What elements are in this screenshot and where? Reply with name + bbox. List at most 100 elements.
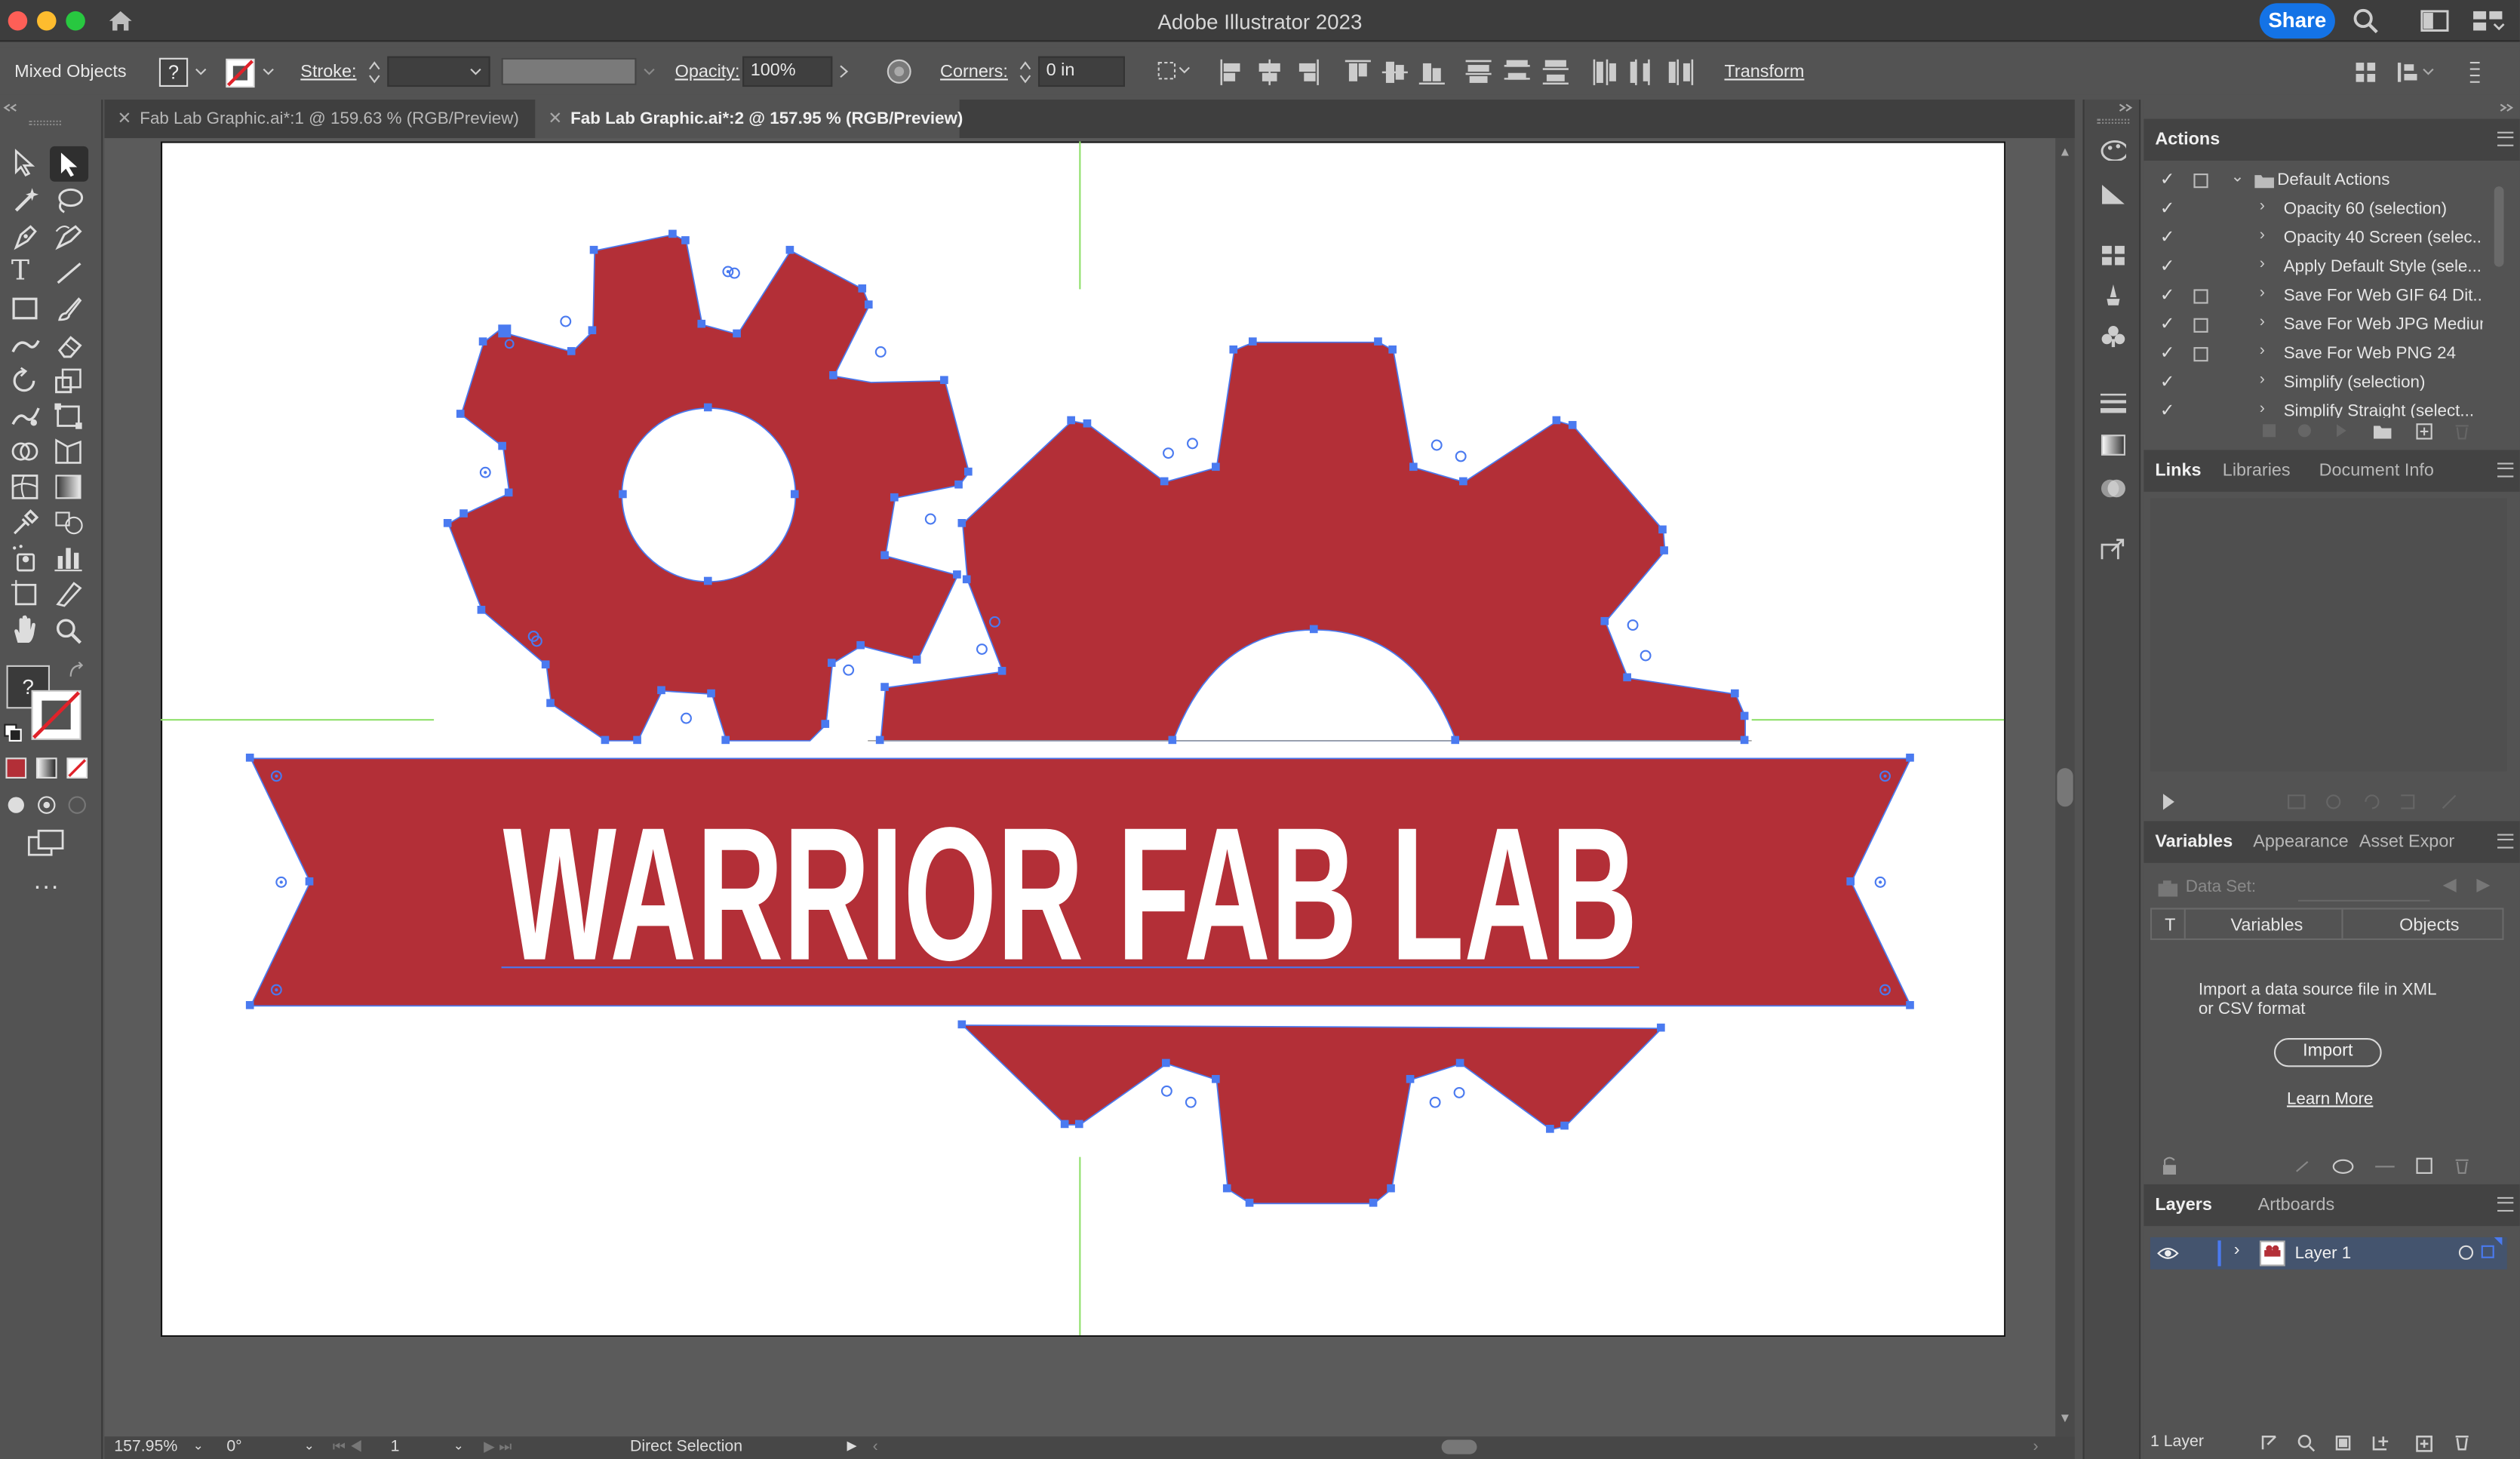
- artboard-tool-icon[interactable]: [10, 579, 42, 607]
- variables-footer-icons[interactable]: [2160, 1155, 2504, 1178]
- align-distribute-icons[interactable]: [1213, 57, 1711, 89]
- profile-dropdown-icon[interactable]: [643, 67, 656, 77]
- data-set-select[interactable]: [2297, 873, 2430, 902]
- actions-footer-icons[interactable]: [2257, 419, 2482, 442]
- layers-panel-menu-icon[interactable]: [2497, 1196, 2514, 1212]
- stroke-panel-icon[interactable]: [2100, 392, 2126, 415]
- action-row[interactable]: ✓ › Save For Web GIF 64 Dit...: [2150, 283, 2491, 312]
- canvas-vertical-scrollbar[interactable]: ▲ ▼: [2055, 138, 2075, 1437]
- type-tool-icon[interactable]: T: [11, 256, 29, 288]
- tab-layers[interactable]: Layers: [2155, 1196, 2212, 1215]
- scale-tool-icon[interactable]: [53, 367, 85, 395]
- expand-chevron-icon[interactable]: ›: [2260, 256, 2265, 273]
- shape-builder-tool-icon[interactable]: [10, 437, 42, 465]
- zoom-dropdown-icon[interactable]: ⌄: [193, 1438, 204, 1452]
- tab-artboards[interactable]: Artboards: [2258, 1196, 2335, 1215]
- dialog-toggle-icon[interactable]: [2193, 289, 2208, 304]
- opacity-field[interactable]: 100%: [742, 56, 833, 88]
- column-graph-tool-icon[interactable]: [53, 543, 85, 572]
- close-tab-icon[interactable]: ✕: [548, 109, 562, 129]
- swatches-panel-icon[interactable]: [2101, 244, 2126, 267]
- edit-toolbar-button[interactable]: ...: [34, 868, 60, 896]
- blend-tool-icon[interactable]: [53, 508, 85, 536]
- opacity-label[interactable]: Opacity:: [675, 63, 740, 82]
- symbols-panel-icon[interactable]: [2101, 324, 2126, 348]
- variable-type-column[interactable]: T: [2165, 916, 2175, 935]
- dialog-toggle-icon[interactable]: [2193, 347, 2208, 362]
- asset-export-panel-icon[interactable]: [2101, 536, 2126, 560]
- data-set-next-icon[interactable]: ▶: [2476, 874, 2490, 895]
- toggle-check-icon[interactable]: ✓: [2160, 313, 2175, 334]
- rotate-tool-icon[interactable]: [10, 367, 42, 395]
- column-grip[interactable]: [2097, 118, 2130, 124]
- actions-panel-menu-icon[interactable]: [2497, 131, 2514, 146]
- zoom-level-field[interactable]: 157.95%: [114, 1438, 177, 1455]
- links-footer-icons[interactable]: [2160, 791, 2482, 813]
- action-set-row[interactable]: ✓ ⌄ Default Actions: [2150, 167, 2491, 196]
- stroke-weight-dropdown-icon[interactable]: [469, 67, 482, 77]
- toggle-check-icon[interactable]: ✓: [2160, 226, 2175, 247]
- fill-mode-icons[interactable]: [5, 757, 91, 779]
- swap-fill-stroke-icon[interactable]: [67, 662, 87, 682]
- stroke-label[interactable]: Stroke:: [300, 63, 356, 82]
- warp-tool-icon[interactable]: [10, 402, 42, 431]
- search-icon[interactable]: [2353, 8, 2378, 34]
- artboard-nav-first-prev-icons[interactable]: ⏮ ◀: [333, 1438, 363, 1455]
- layer-name[interactable]: Layer 1: [2295, 1244, 2352, 1264]
- document-tab-1[interactable]: ✕ Fab Lab Graphic.ai*:1 @ 159.63 % (RGB/…: [104, 100, 538, 138]
- action-row[interactable]: ✓ › Opacity 40 Screen (selec...: [2150, 225, 2491, 253]
- toggle-check-icon[interactable]: ✓: [2160, 198, 2175, 219]
- fill-swatch[interactable]: ?: [158, 57, 189, 88]
- expand-chevron-icon[interactable]: ›: [2260, 226, 2265, 244]
- close-tab-icon[interactable]: ✕: [117, 109, 131, 129]
- horizontal-scroll-thumb[interactable]: [1441, 1439, 1477, 1454]
- canvas-area[interactable]: WARRIOR FAB LAB: [104, 138, 2056, 1437]
- action-row[interactable]: ✓ › Simplify Straight (select...: [2150, 398, 2491, 418]
- toggle-check-icon[interactable]: ✓: [2160, 400, 2175, 418]
- import-button[interactable]: Import: [2273, 1037, 2382, 1067]
- share-button[interactable]: Share: [2259, 3, 2335, 39]
- scroll-up-arrow[interactable]: ▲: [2059, 145, 2072, 159]
- gradient-tool-icon[interactable]: [53, 472, 85, 501]
- tab-libraries[interactable]: Libraries: [2223, 461, 2291, 481]
- slice-tool-icon[interactable]: [53, 579, 85, 607]
- transform-link[interactable]: Transform: [1724, 63, 1804, 82]
- dialog-toggle-icon[interactable]: [2193, 174, 2208, 189]
- large-gear-bottom-shape[interactable]: [960, 1024, 1664, 1205]
- rotation-dropdown-icon[interactable]: ⌄: [304, 1438, 315, 1452]
- align-to-selection-icon[interactable]: [1157, 60, 1193, 82]
- artboard-dropdown-icon[interactable]: ⌄: [453, 1438, 464, 1452]
- color-guide-panel-icon[interactable]: [2101, 183, 2126, 206]
- layer-expand-chevron-icon[interactable]: ›: [2234, 1240, 2240, 1260]
- links-list[interactable]: [2150, 498, 2507, 772]
- corners-label[interactable]: Corners:: [940, 63, 1008, 82]
- action-row[interactable]: ✓ › Apply Default Style (sele...: [2150, 254, 2491, 283]
- fill-dropdown-icon[interactable]: [195, 67, 207, 77]
- magic-wand-tool-icon[interactable]: [11, 186, 40, 215]
- horizontal-scroll-right[interactable]: ›: [2033, 1438, 2038, 1455]
- lasso-tool-icon[interactable]: [53, 186, 85, 215]
- stroke-swatch-large[interactable]: [30, 690, 81, 741]
- status-menu-arrow[interactable]: ▶: [847, 1438, 857, 1452]
- horizontal-scroll-left[interactable]: ‹: [873, 1438, 878, 1455]
- selection-tool-icon[interactable]: [11, 148, 37, 177]
- toggle-check-icon[interactable]: ✓: [2160, 169, 2175, 190]
- line-segment-tool-icon[interactable]: [54, 260, 83, 286]
- rotation-field[interactable]: 0°: [226, 1438, 241, 1455]
- rectangle-tool-icon[interactable]: [11, 296, 40, 321]
- learn-more-link[interactable]: Learn More: [2287, 1089, 2373, 1109]
- pen-tool-icon[interactable]: [11, 222, 40, 250]
- data-set-prev-icon[interactable]: ◀: [2443, 874, 2457, 895]
- action-row[interactable]: ✓ › Save For Web PNG 24: [2150, 341, 2491, 370]
- stroke-weight-stepper[interactable]: [368, 60, 381, 85]
- hand-tool-icon[interactable]: [10, 614, 42, 647]
- layer-target-circle[interactable]: [2458, 1245, 2474, 1260]
- tab-variables[interactable]: Variables: [2155, 832, 2233, 852]
- tab-document-info[interactable]: Document Info: [2319, 461, 2434, 481]
- tab-links[interactable]: Links: [2155, 461, 2201, 481]
- panel-collapse-icon[interactable]: [3, 103, 19, 112]
- perspective-grid-tool-icon[interactable]: [53, 437, 85, 465]
- stroke-dropdown-icon[interactable]: [262, 67, 275, 77]
- brushes-panel-icon[interactable]: [2101, 283, 2126, 306]
- document-tab-2[interactable]: ✕ Fab Lab Graphic.ai*:2 @ 157.95 % (RGB/…: [535, 100, 963, 139]
